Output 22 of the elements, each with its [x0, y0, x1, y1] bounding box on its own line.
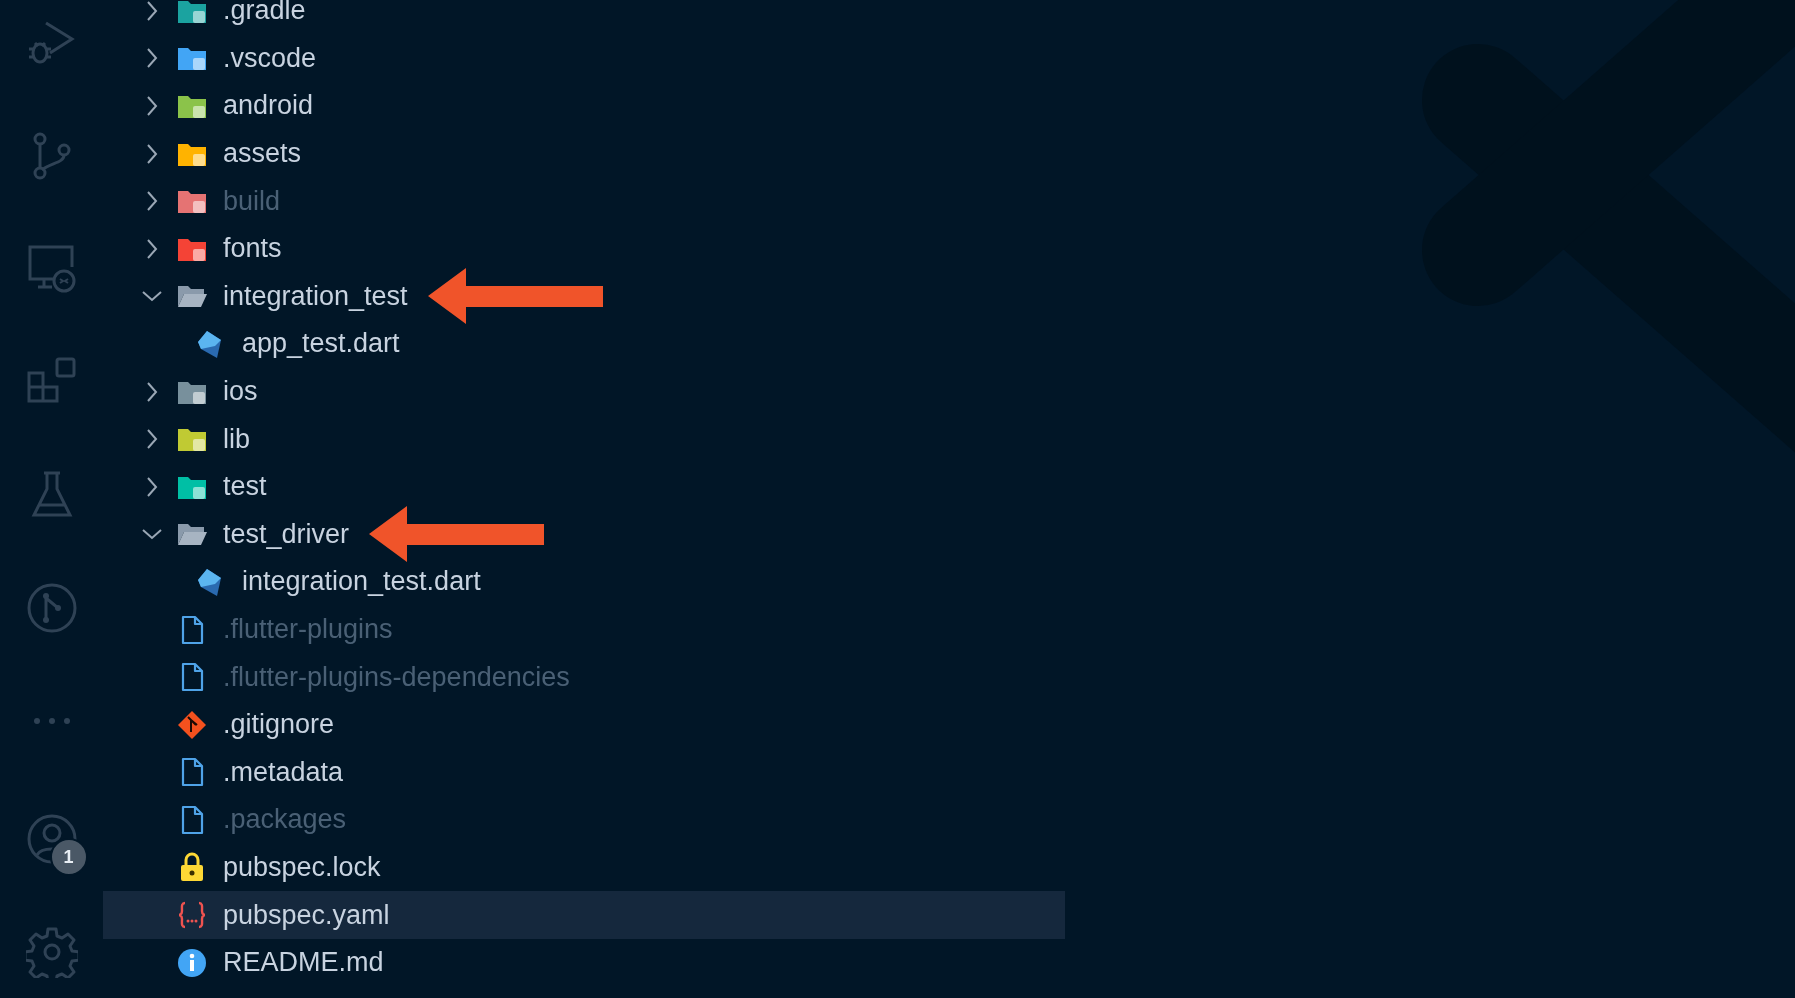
- tree-item[interactable]: integration_test.dart: [103, 558, 1065, 606]
- tree-item[interactable]: test_driver: [103, 510, 1065, 559]
- tree-item[interactable]: .gitignore: [103, 700, 1065, 749]
- tree-item[interactable]: android: [103, 82, 1065, 130]
- tree-item[interactable]: .vscode: [103, 34, 1065, 83]
- git-graph-icon[interactable]: [25, 582, 78, 634]
- notification-badge: 1: [49, 838, 88, 876]
- tree-item[interactable]: README.md: [103, 938, 1065, 987]
- tree-item[interactable]: assets: [103, 129, 1065, 178]
- tree-item[interactable]: app_test.dart: [103, 320, 1065, 368]
- tree-item[interactable]: lib: [103, 415, 1065, 463]
- tree-item[interactable]: ios: [103, 367, 1065, 416]
- tree-item[interactable]: integration_test: [103, 272, 1065, 321]
- tree-item[interactable]: .gradle: [103, 0, 1065, 35]
- tree-item[interactable]: .metadata: [103, 748, 1065, 797]
- tree-item[interactable]: pubspec.yaml: [103, 891, 1065, 939]
- tree-item[interactable]: pubspec.lock: [103, 843, 1065, 892]
- info-icon: [176, 946, 208, 979]
- git-icon: [176, 708, 208, 741]
- tree-item[interactable]: fonts: [103, 224, 1065, 273]
- settings-icon[interactable]: [25, 926, 78, 978]
- tree-item[interactable]: test: [103, 462, 1065, 511]
